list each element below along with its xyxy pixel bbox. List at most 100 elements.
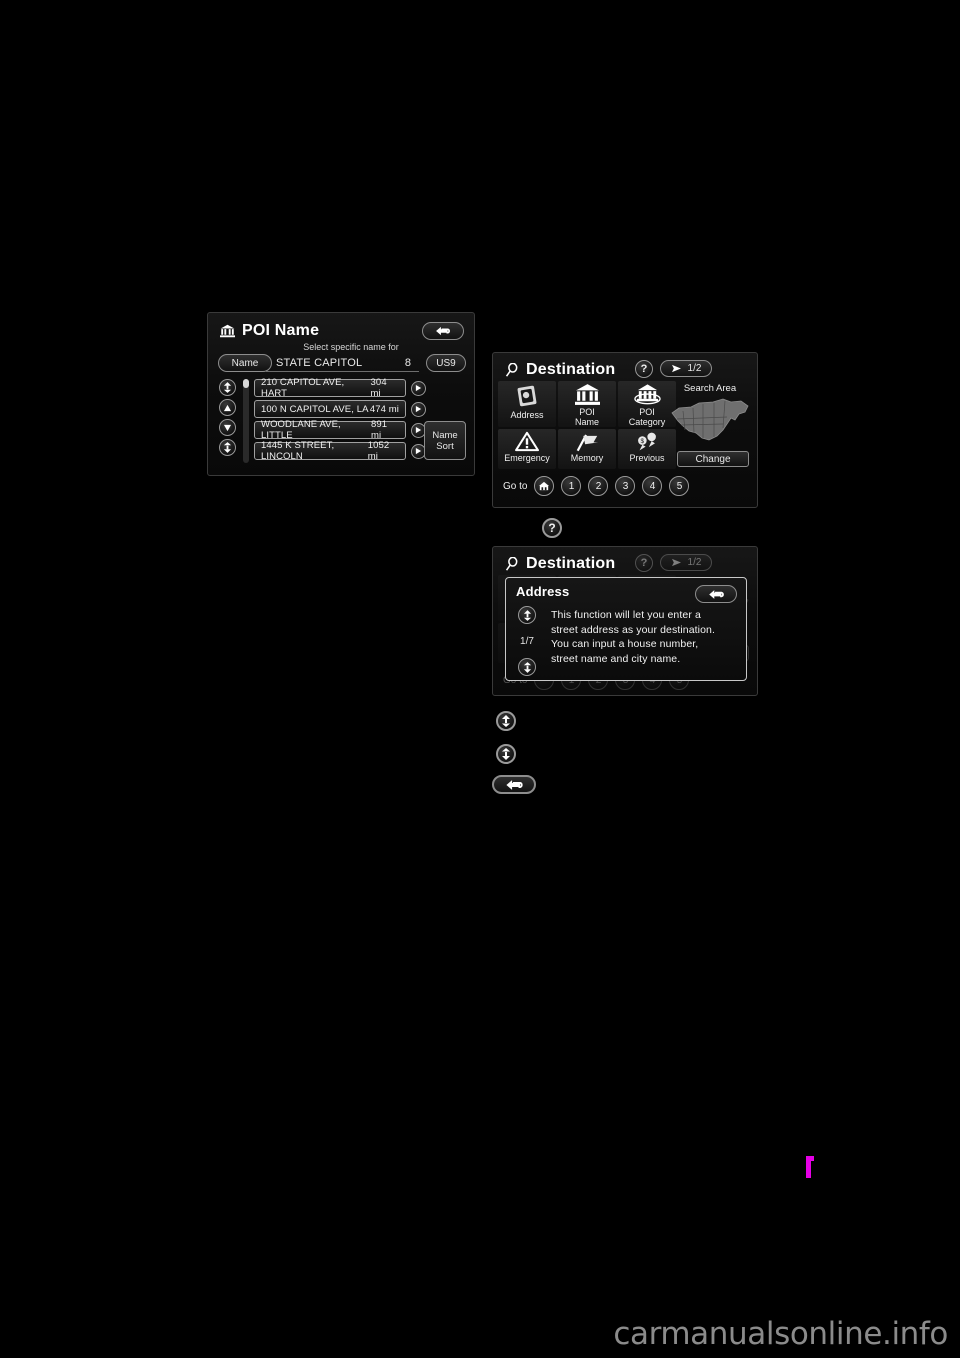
play-arrow-icon[interactable] — [411, 380, 426, 396]
goto-preset-5[interactable]: 5 — [669, 476, 690, 496]
destination-option-memory-label: Memory — [570, 453, 604, 463]
poi-name-value-bar[interactable]: STATE CAPITOL 8 — [266, 354, 419, 372]
destination-option-address-label: Address — [510, 410, 544, 420]
destination-header: Destination — [505, 361, 615, 379]
table-row: 100 N CAPITOL AVE, LA 474 mi — [254, 400, 426, 418]
destination-option-poi-name[interactable]: POI Name — [558, 381, 616, 427]
play-arrow-icon[interactable] — [411, 401, 426, 417]
scroll-up-icon[interactable] — [219, 399, 236, 416]
destination-option-poi-name-label: POI Name — [574, 407, 599, 427]
scroll-to-top-icon[interactable] — [219, 379, 236, 396]
help-question-icon[interactable]: ? — [635, 554, 653, 572]
help-question-icon[interactable]: ? — [542, 518, 562, 538]
poi-name-search-field-row: Name STATE CAPITOL 8 US9 — [218, 354, 466, 373]
name-sort-button[interactable]: Name Sort — [424, 421, 466, 460]
destination-menu-row-1: Address POI Name POI Category — [497, 381, 677, 427]
destination-help-screen: Destination ? 1/2 Search Area Change Go … — [492, 546, 758, 696]
back-arrow-icon — [504, 778, 525, 792]
poi-result-distance: 1052 mi — [367, 440, 390, 462]
poi-result-button[interactable]: WOODLANE AVE, LITTLE 891 mi — [254, 419, 406, 441]
destination-option-emergency-label: Emergency — [504, 453, 550, 463]
name-sort-label-line2: Sort — [436, 440, 454, 452]
search-area-code-button[interactable]: US9 — [426, 354, 466, 372]
poi-result-name: 1445 K STREET, LINCOLN — [261, 440, 335, 462]
poi-name-header: POI Name — [220, 322, 319, 340]
help-text-line: street address as your destination. — [551, 623, 716, 636]
scroll-to-top-icon[interactable] — [496, 711, 516, 731]
address-card-icon — [514, 383, 540, 409]
scroll-to-top-icon[interactable] — [518, 606, 536, 624]
page-indicator-button[interactable]: 1/2 — [660, 554, 712, 571]
scroll-down-icon[interactable] — [219, 419, 236, 436]
help-text-line: street name and city name. — [551, 652, 681, 665]
page-indicator-label: 1/2 — [687, 363, 702, 374]
poi-result-name: 100 N CAPITOL AVE, LA — [261, 403, 369, 415]
back-button[interactable] — [492, 775, 536, 794]
poi-list-scrollbar-thumb[interactable] — [243, 379, 249, 388]
dialog-page-index: 1/7 — [520, 635, 534, 647]
warning-triangle-icon — [515, 431, 539, 452]
search-magnifier-icon — [505, 363, 519, 377]
svg-text:$: $ — [641, 438, 645, 445]
bank-category-icon — [633, 383, 661, 406]
poi-name-result-count: 8 — [404, 356, 411, 369]
previous-destinations-icon: $ — [634, 431, 660, 452]
poi-name-subtitle: Select specific name for — [303, 342, 399, 352]
search-magnifier-icon — [505, 557, 519, 571]
scroll-to-bottom-icon[interactable] — [518, 658, 536, 676]
next-page-arrow-icon — [671, 558, 682, 567]
name-tab-button[interactable]: Name — [218, 354, 272, 372]
poi-result-button[interactable]: 100 N CAPITOL AVE, LA 474 mi — [254, 400, 406, 418]
destination-option-poi-category-label: POI Category — [628, 407, 666, 427]
poi-name-screen: POI Name Select specific name for Name S… — [207, 312, 475, 476]
dialog-back-button[interactable] — [695, 585, 737, 603]
goto-preset-1[interactable]: 1 — [561, 476, 582, 496]
destination-title: Destination — [526, 361, 616, 378]
destination-screen: Destination ? 1/2 Address POI Name POI C… — [492, 352, 758, 508]
page-indicator-label: 1/2 — [687, 557, 702, 568]
back-button[interactable] — [422, 322, 464, 340]
page-indicator-button[interactable]: 1/2 — [660, 360, 712, 377]
name-sort-label-line1: Name — [432, 429, 458, 441]
poi-result-button[interactable]: 1445 K STREET, LINCOLN 1052 mi — [254, 440, 406, 462]
address-help-dialog-title: Address — [516, 584, 570, 599]
poi-result-button[interactable]: 210 CAPITOL AVE, HART 304 mi — [254, 377, 406, 399]
destination-option-memory[interactable]: Memory — [558, 429, 616, 469]
change-search-area-button[interactable]: Change — [677, 451, 749, 467]
dialog-scroll-controls: 1/7 — [514, 606, 540, 676]
poi-list-scrollbar-track[interactable] — [243, 379, 249, 463]
destination-option-address[interactable]: Address — [498, 381, 556, 427]
poi-result-name: WOODLANE AVE, LITTLE — [261, 419, 341, 441]
scroll-to-bottom-icon[interactable] — [219, 439, 236, 456]
poi-name-title: POI Name — [242, 322, 320, 339]
back-arrow-icon — [707, 588, 726, 601]
goto-label: Go to — [503, 480, 528, 492]
goto-preset-bar: Go to 1 2 3 4 5 — [503, 475, 749, 497]
destination-header: Destination — [505, 555, 615, 573]
poi-name-value: STATE CAPITOL — [276, 356, 363, 369]
destination-option-emergency[interactable]: Emergency — [498, 429, 556, 469]
poi-result-name: 210 CAPITOL AVE, HART — [261, 377, 345, 399]
goto-preset-2[interactable]: 2 — [588, 476, 609, 496]
destination-option-poi-category[interactable]: POI Category — [618, 381, 676, 427]
poi-result-distance: 474 mi — [369, 403, 399, 415]
destination-title: Destination — [526, 555, 616, 572]
help-text-line: You can input a house number, — [551, 638, 699, 650]
home-icon[interactable] — [534, 476, 555, 496]
north-america-map-icon — [669, 397, 751, 445]
goto-preset-3[interactable]: 3 — [615, 476, 636, 496]
scroll-to-bottom-icon[interactable] — [496, 744, 516, 764]
poi-result-distance: 891 mi — [370, 419, 388, 441]
table-row: WOODLANE AVE, LITTLE 891 mi — [254, 419, 426, 441]
goto-preset-4[interactable]: 4 — [642, 476, 663, 496]
destination-option-previous-label: Previous — [629, 453, 665, 463]
page-edge-marker — [806, 1156, 814, 1178]
poi-list-scroll-controls — [219, 379, 236, 456]
help-text-line: This function will let you enter a — [551, 609, 701, 621]
next-page-arrow-icon — [671, 364, 682, 373]
help-question-icon[interactable]: ? — [635, 360, 653, 378]
site-watermark: carmanualsonline.info — [613, 1316, 948, 1352]
poi-result-distance: 304 mi — [370, 377, 387, 399]
bank-building-icon — [220, 324, 235, 338]
destination-option-previous[interactable]: $ Previous — [618, 429, 676, 469]
